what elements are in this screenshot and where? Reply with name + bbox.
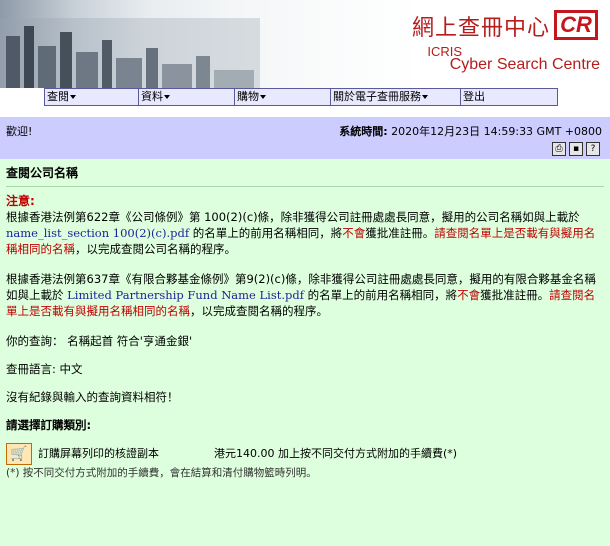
- city-skyline-image: [0, 18, 260, 88]
- order-row: 🛒 訂購屏幕列印的核證副本 港元140.00 加上按不同交付方式附加的手續費(*…: [6, 443, 604, 465]
- query-line: 你的查詢： 名稱起首 符合'亨通金銀': [6, 333, 604, 349]
- menu-logout-label: 登出: [463, 90, 485, 103]
- system-time-value: 2020年12月23日 14:59:33 GMT +0800: [391, 125, 602, 138]
- notice-2-text-c: 獲批准註冊。: [480, 288, 550, 302]
- logo-subtitle: Cyber Search Centre: [449, 56, 600, 73]
- menu-search[interactable]: 查閱: [45, 89, 139, 105]
- system-time-label: 系統時間:: [339, 125, 388, 138]
- cr-logo: CR: [554, 10, 598, 40]
- menu-about[interactable]: 關於電子查冊服務: [331, 89, 461, 105]
- main-menu: 查閱 資料 購物 關於電子查冊服務 登出: [44, 88, 558, 106]
- notice-label: 注意:: [6, 194, 35, 208]
- disk-icon[interactable]: ▪: [569, 142, 583, 156]
- language-line: 查冊語言: 中文: [6, 361, 604, 377]
- query-label: 你的查詢：: [6, 334, 64, 348]
- shopping-cart-icon[interactable]: 🛒: [6, 443, 32, 465]
- logo-title: 網上查冊中心: [411, 16, 550, 41]
- caret-down-icon: [260, 95, 266, 99]
- notice-1-text-a: 根據香港法例第622章《公司條例》第 100(2)(c)條，除非獲得公司註冊處處…: [6, 210, 580, 224]
- caret-down-icon: [70, 95, 76, 99]
- notice-2-not: 不會: [457, 288, 481, 302]
- menu-search-label: 查閱: [47, 90, 69, 103]
- page-tools: ⎙ ▪ ?: [552, 142, 600, 156]
- header-banner: 網上查冊中心 CR ICRIS Cyber Search Centre: [0, 0, 610, 88]
- notice-1-text-c: 獲批准註冊。: [365, 226, 435, 240]
- caret-down-icon: [164, 95, 170, 99]
- caret-down-icon: [422, 95, 428, 99]
- menu-shopping-label: 購物: [237, 90, 259, 103]
- order-item-label: 訂購屏幕列印的核證副本: [38, 447, 159, 460]
- menu-about-label: 關於電子查冊服務: [333, 90, 421, 103]
- main-content: 查閱公司名稱 注意: 根據香港法例第622章《公司條例》第 100(2)(c)條…: [0, 159, 610, 546]
- notice-1-text-b: 的名單上的前用名稱相同，將: [192, 226, 343, 240]
- system-time: 系統時間: 2020年12月23日 14:59:33 GMT +0800: [339, 123, 602, 139]
- language-value: 中文: [59, 362, 83, 376]
- notice-paragraph-1: 根據香港法例第622章《公司條例》第 100(2)(c)條，除非獲得公司註冊處處…: [6, 209, 604, 257]
- name-list-pdf-link[interactable]: name_list_section 100(2)(c).pdf: [6, 226, 189, 240]
- notice-1-not: 不會: [342, 226, 366, 240]
- help-icon[interactable]: ?: [586, 142, 600, 156]
- notice-paragraph-2: 根據香港法例第637章《有限合夥基金條例》第9(2)(c)條，除非獲得公司註冊處…: [6, 271, 604, 319]
- menu-shopping[interactable]: 購物: [235, 89, 331, 105]
- welcome-bar: 歡迎! 系統時間: 2020年12月23日 14:59:33 GMT +0800…: [0, 117, 610, 159]
- choose-order-heading: 請選擇訂購類別:: [6, 418, 92, 432]
- lpf-name-list-pdf-link[interactable]: Limited Partnership Fund Name List.pdf: [67, 288, 304, 302]
- notice-2-text-d: ，以完成查閱名稱的程序。: [190, 304, 328, 318]
- fee-footnote: (*) 按不同交付方式附加的手續費，會在結算和清付購物籃時列明。: [6, 467, 317, 479]
- welcome-text: 歡迎!: [6, 125, 33, 138]
- menu-logout[interactable]: 登出: [461, 89, 557, 105]
- no-record-message: 沒有紀錄與輸入的查詢資料相符！: [6, 390, 179, 404]
- notice-1-text-d: ，以完成查閱公司名稱的程序。: [75, 242, 236, 256]
- language-label: 查冊語言:: [6, 362, 56, 376]
- order-price: 港元140.00 加上按不同交付方式附加的手續費(*): [214, 447, 458, 460]
- menu-info-label: 資料: [141, 90, 163, 103]
- banner-photo: [0, 0, 420, 88]
- query-value: 名稱起首 符合'亨通金銀': [67, 334, 193, 348]
- icris-logo: 網上查冊中心 CR ICRIS Cyber Search Centre: [402, 6, 602, 84]
- notice-2-text-b: 的名單上的前用名稱相同，將: [307, 288, 458, 302]
- menu-info[interactable]: 資料: [139, 89, 235, 105]
- printer-icon[interactable]: ⎙: [552, 142, 566, 156]
- page-title: 查閱公司名稱: [6, 165, 604, 187]
